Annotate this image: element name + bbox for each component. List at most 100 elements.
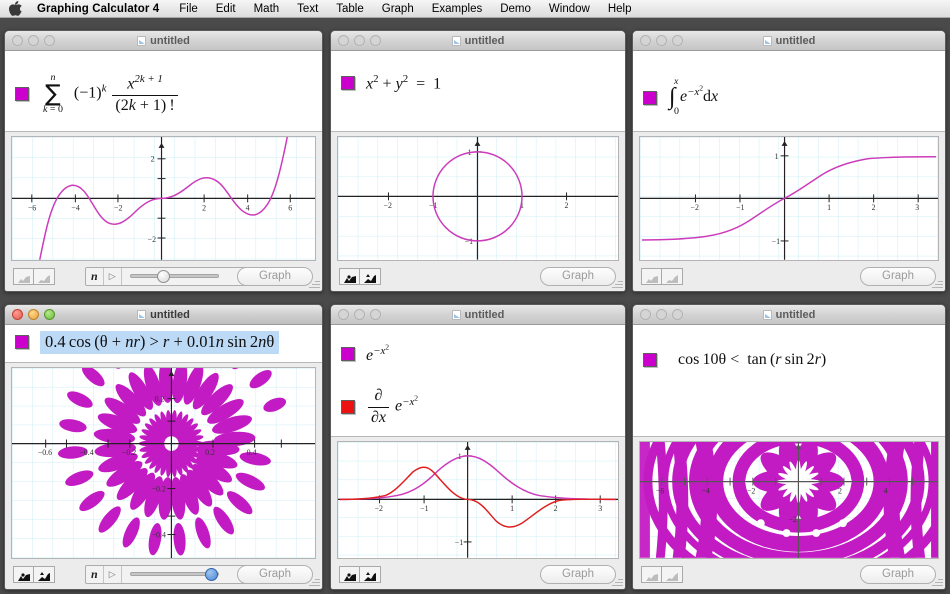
title-bar[interactable]: untitled — [5, 305, 322, 325]
graph-type-icons[interactable] — [13, 565, 55, 583]
window-taylor-sine[interactable]: untitled n ∑ k = 0 (−1)k x2k + 1 (2k + 1… — [4, 30, 323, 292]
graph-area[interactable]: −0.6 −0.4 −0.2 0.2 0.4 0.2 −0.2 −0.4 — [5, 363, 322, 559]
graph-2d-icon[interactable] — [339, 565, 360, 583]
resize-grip[interactable] — [308, 277, 320, 289]
bottom-toolbar[interactable]: Graph — [331, 261, 625, 291]
resize-grip[interactable] — [308, 575, 320, 587]
svg-text:−0.4: −0.4 — [79, 448, 93, 457]
color-swatch[interactable] — [15, 335, 29, 350]
apple-logo-icon[interactable] — [0, 1, 26, 16]
menu-file[interactable]: File — [170, 3, 207, 15]
graph-area[interactable]: −2 −1 123 1 −1 — [331, 437, 625, 559]
graph-area[interactable]: −2 −1 123 1 −1 — [633, 132, 945, 261]
formula-row[interactable]: x ∫ 0 e−x2dx — [643, 76, 935, 118]
color-swatch[interactable] — [341, 76, 355, 91]
menu-examples[interactable]: Examples — [423, 3, 492, 15]
graph-area[interactable]: −2 −1 12 1 −1 — [331, 132, 625, 261]
graph-type-icons[interactable] — [641, 565, 683, 583]
graph-2d-icon[interactable] — [339, 267, 360, 285]
color-swatch[interactable] — [341, 400, 355, 415]
graph-area[interactable]: −6 −4 −2 2 4 6 2 −2 — [5, 132, 322, 261]
resize-grip[interactable] — [611, 575, 623, 587]
menu-help[interactable]: Help — [599, 3, 641, 15]
slider-track[interactable] — [122, 268, 227, 285]
formula-row[interactable]: x2 + y2 = 1 — [341, 73, 615, 94]
slider-track[interactable] — [122, 566, 227, 583]
formula-pane[interactable]: n ∑ k = 0 (−1)k x2k + 1 (2k + 1) ! — [5, 51, 322, 133]
window-gaussian-derivative[interactable]: untitled e−x2 ∂ ∂x e−x2 −2 −1 1 2 3 1 −1… — [330, 304, 626, 590]
graph-button[interactable]: Graph — [237, 564, 313, 584]
graph-type-icons[interactable] — [339, 267, 381, 285]
slider-knob[interactable] — [157, 269, 171, 283]
plot-canvas[interactable]: −6 −4 −2 2 4 −2 — [639, 441, 939, 559]
graph-type-icons[interactable] — [13, 267, 55, 285]
bottom-toolbar[interactable]: n ▷ 19.2 Graph — [5, 559, 322, 589]
plot-canvas[interactable]: −6 −4 −2 2 4 6 2 −2 — [11, 136, 316, 261]
color-swatch[interactable] — [643, 90, 657, 105]
graph-3d-icon[interactable] — [34, 267, 55, 285]
bottom-toolbar[interactable]: Graph — [331, 559, 625, 589]
formula-pane[interactable]: cos 10θ < tan (r sin 2r) — [633, 325, 945, 438]
graph-button[interactable]: Graph — [860, 266, 936, 286]
title-bar[interactable]: untitled — [633, 305, 945, 325]
graph-2d-icon[interactable] — [641, 267, 662, 285]
formula-pane[interactable]: x2 + y2 = 1 — [331, 51, 625, 133]
color-swatch[interactable] — [643, 353, 657, 368]
title-bar[interactable]: untitled — [331, 305, 625, 325]
window-unit-circle[interactable]: untitled x2 + y2 = 1 −2 −1 1 2 1 −1 Grap… — [330, 30, 626, 292]
menu-text[interactable]: Text — [288, 3, 327, 15]
menu-graph[interactable]: Graph — [373, 3, 423, 15]
graph-type-icons[interactable] — [641, 267, 683, 285]
formula-row[interactable]: cos 10θ < tan (r sin 2r) — [643, 351, 935, 369]
window-erf-integral[interactable]: untitled x ∫ 0 e−x2dx −2 −1 1 2 3 1 −1 G… — [632, 30, 946, 292]
graph-3d-icon[interactable] — [34, 565, 55, 583]
plot-canvas[interactable]: −0.6 −0.4 −0.2 0.2 0.4 0.2 −0.2 −0.4 — [11, 367, 316, 559]
plot-canvas[interactable]: −2 −1 123 1 −1 — [337, 441, 619, 559]
resize-grip[interactable] — [931, 277, 943, 289]
graph-button[interactable]: Graph — [237, 266, 313, 286]
formula-pane[interactable]: x ∫ 0 e−x2dx — [633, 51, 945, 133]
menu-app-name[interactable]: Graphing Calculator 4 — [26, 3, 170, 15]
bottom-toolbar[interactable]: Graph — [633, 559, 945, 589]
color-swatch[interactable] — [341, 347, 355, 362]
bottom-toolbar[interactable]: n ▷ 4 Graph — [5, 261, 322, 291]
graph-area[interactable]: −6 −4 −2 2 4 −2 — [633, 437, 945, 559]
formula-row[interactable]: e−x2 — [341, 342, 615, 365]
graph-3d-icon[interactable] — [662, 565, 683, 583]
formula-row[interactable]: 0.4 cos (θ + nr) > r + 0.01n sin 2nθ — [15, 331, 312, 354]
menu-table[interactable]: Table — [327, 3, 373, 15]
color-swatch[interactable] — [15, 87, 29, 102]
menu-demo[interactable]: Demo — [491, 3, 540, 15]
window-polar-spiral[interactable]: untitled 0.4 cos (θ + nr) > r + 0.01n si… — [4, 304, 323, 590]
menu-window[interactable]: Window — [540, 3, 599, 15]
graph-2d-icon[interactable] — [13, 565, 34, 583]
graph-3d-icon[interactable] — [360, 565, 381, 583]
graph-button[interactable]: Graph — [540, 564, 616, 584]
title-bar[interactable]: untitled — [5, 31, 322, 51]
resize-grip[interactable] — [611, 277, 623, 289]
graph-3d-icon[interactable] — [662, 267, 683, 285]
formula-expression-selected[interactable]: 0.4 cos (θ + nr) > r + 0.01n sin 2nθ — [40, 331, 280, 354]
formula-row[interactable]: n ∑ k = 0 (−1)k x2k + 1 (2k + 1) ! — [15, 73, 312, 115]
graph-button[interactable]: Graph — [540, 266, 616, 286]
window-polar-inequality[interactable]: untitled cos 10θ < tan (r sin 2r) −6 −4 … — [632, 304, 946, 590]
title-bar[interactable]: untitled — [331, 31, 625, 51]
title-bar[interactable]: untitled — [633, 31, 945, 51]
slider-play-icon[interactable]: ▷ — [104, 565, 122, 583]
graph-2d-icon[interactable] — [641, 565, 662, 583]
graph-type-icons[interactable] — [339, 565, 381, 583]
formula-row[interactable]: ∂ ∂x e−x2 — [341, 387, 615, 427]
resize-grip[interactable] — [931, 575, 943, 587]
slider-play-icon[interactable]: ▷ — [104, 267, 122, 285]
bottom-toolbar[interactable]: Graph — [633, 261, 945, 291]
formula-pane[interactable]: e−x2 ∂ ∂x e−x2 — [331, 325, 625, 438]
formula-pane[interactable]: 0.4 cos (θ + nr) > r + 0.01n sin 2nθ — [5, 325, 322, 363]
graph-button[interactable]: Graph — [860, 564, 936, 584]
plot-canvas[interactable]: −2 −1 12 1 −1 — [337, 136, 619, 261]
slider-knob[interactable] — [204, 567, 218, 581]
menu-math[interactable]: Math — [245, 3, 289, 15]
graph-2d-icon[interactable] — [13, 267, 34, 285]
plot-canvas[interactable]: −2 −1 123 1 −1 — [639, 136, 939, 261]
menu-edit[interactable]: Edit — [207, 3, 245, 15]
graph-3d-icon[interactable] — [360, 267, 381, 285]
